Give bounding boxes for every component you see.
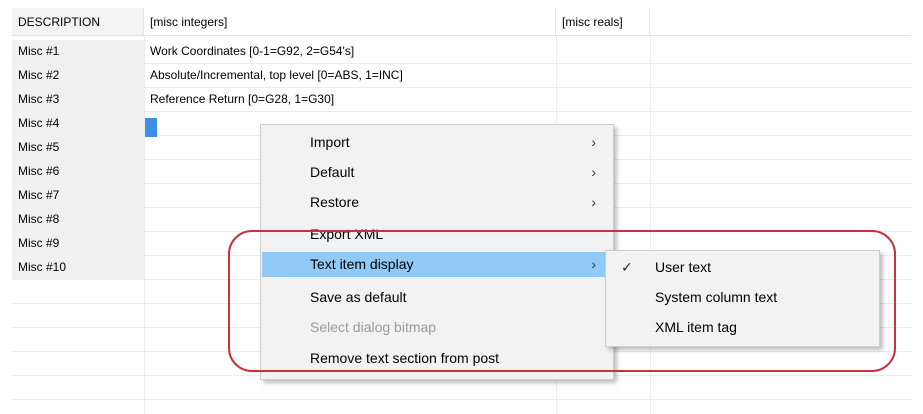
- table-cell[interactable]: Reference Return [0=G28, 1=G30]: [144, 88, 556, 111]
- row-label: Misc #10: [12, 256, 144, 279]
- table-cell[interactable]: Work Coordinates [0-1=G92, 2=G54's]: [144, 40, 556, 63]
- submenu-item-xml-item-tag[interactable]: XML item tag: [607, 313, 878, 341]
- table-cell[interactable]: Absolute/Incremental, top level [0=ABS, …: [144, 64, 556, 87]
- submenu-item-label: System column text: [655, 289, 778, 305]
- column-header-description[interactable]: DESCRIPTION: [12, 8, 144, 36]
- menu-item-label: Default: [310, 164, 355, 180]
- menu-item-label: Remove text section from post: [310, 350, 500, 366]
- column-header-misc-integers[interactable]: [misc integers]: [144, 8, 556, 36]
- submenu-item-label: User text: [655, 259, 712, 275]
- menu-item-restore[interactable]: Restore ›: [262, 190, 612, 215]
- column-header-empty: [650, 8, 911, 36]
- row-label: Misc #8: [12, 208, 144, 231]
- chevron-right-icon: ›: [591, 164, 596, 180]
- menu-item-import[interactable]: Import ›: [262, 130, 612, 155]
- grid-line: [12, 87, 911, 88]
- menu-item-label: Import: [310, 134, 350, 150]
- row-label: Misc #5: [12, 136, 144, 159]
- grid-line: [650, 36, 651, 414]
- grid-line: [12, 399, 911, 400]
- menu-item-label: Select dialog bitmap: [310, 319, 437, 335]
- chevron-right-icon: ›: [591, 134, 596, 150]
- text-item-display-submenu: ✓ User text System column text XML item …: [605, 250, 880, 347]
- row-label: Misc #1: [12, 40, 144, 63]
- grid-line: [144, 36, 145, 414]
- menu-item-remove-text-section[interactable]: Remove text section from post: [262, 346, 612, 371]
- column-header-misc-reals[interactable]: [misc reals]: [556, 8, 650, 36]
- submenu-item-system-column-text[interactable]: System column text: [607, 283, 878, 311]
- menu-item-export-xml[interactable]: Export XML: [262, 222, 612, 247]
- menu-item-label: Export XML: [310, 226, 384, 242]
- menu-item-select-dialog-bitmap[interactable]: Select dialog bitmap: [262, 315, 612, 340]
- checkmark-icon: ✓: [621, 259, 633, 275]
- submenu-item-user-text[interactable]: ✓ User text: [607, 253, 878, 281]
- chevron-right-icon: ›: [591, 194, 596, 210]
- menu-item-label: Restore: [310, 194, 360, 210]
- cell-cursor[interactable]: [145, 118, 157, 137]
- row-label: Misc #6: [12, 160, 144, 183]
- row-label: Misc #9: [12, 232, 144, 255]
- row-label: Misc #3: [12, 88, 144, 111]
- context-menu: Import › Default › Restore › Export XML …: [260, 124, 614, 380]
- submenu-item-label: XML item tag: [655, 319, 737, 335]
- menu-item-default[interactable]: Default ›: [262, 160, 612, 185]
- menu-item-label: Save as default: [310, 289, 407, 305]
- row-label: Misc #4: [12, 112, 144, 135]
- menu-item-save-as-default[interactable]: Save as default: [262, 285, 612, 310]
- grid-line: [12, 63, 911, 64]
- grid-line: [12, 111, 911, 112]
- row-label: Misc #7: [12, 184, 144, 207]
- row-label: Misc #2: [12, 64, 144, 87]
- menu-item-text-item-display[interactable]: Text item display ›: [262, 252, 612, 277]
- chevron-right-icon: ›: [591, 256, 596, 272]
- menu-item-label: Text item display: [310, 256, 414, 272]
